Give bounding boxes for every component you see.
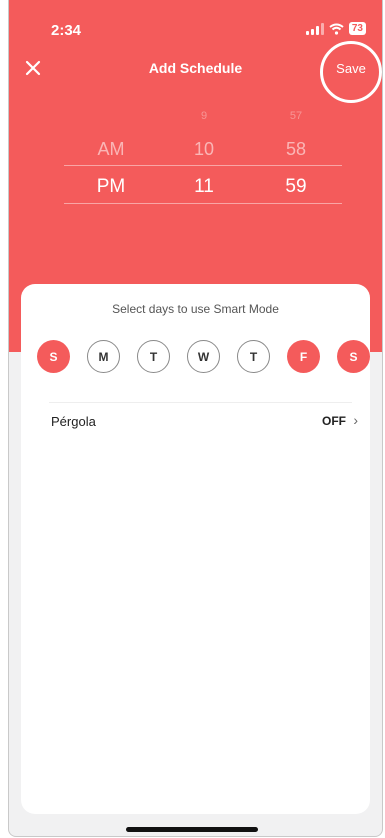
home-indicator[interactable] [126, 827, 258, 832]
period-selected[interactable]: PM [76, 176, 146, 198]
picker-line-top [64, 165, 342, 166]
day-button[interactable]: T [237, 340, 270, 373]
wifi-icon [329, 23, 344, 35]
app-frame: 2:34 73 Add Schedule Save 9 57 AM 10 58 … [8, 0, 383, 837]
hour-selected[interactable]: 11 [169, 176, 239, 198]
days-card-title: Select days to use Smart Mode [112, 302, 279, 316]
hour-faint: 9 [200, 110, 208, 122]
day-button[interactable]: M [87, 340, 120, 373]
picker-line-bottom [64, 203, 342, 204]
device-row-pergola[interactable]: Pérgola OFF › [21, 410, 370, 440]
status-icons: 73 [305, 22, 366, 35]
minute-faint: 57 [289, 110, 303, 122]
save-button[interactable]: Save [327, 61, 375, 76]
days-card: Select days to use Smart Mode S M T W T … [21, 284, 370, 814]
signal-icon [305, 22, 324, 35]
status-time: 2:34 [51, 22, 82, 39]
divider [49, 402, 352, 403]
chevron-right-icon: › [353, 412, 358, 428]
day-button[interactable]: S [337, 340, 370, 373]
hour-above: 10 [193, 139, 215, 159]
day-button[interactable]: S [37, 340, 70, 373]
period-above: AM [97, 139, 125, 159]
day-button[interactable]: F [287, 340, 320, 373]
minute-selected[interactable]: 59 [261, 176, 331, 198]
day-button[interactable]: T [137, 340, 170, 373]
minute-above: 58 [285, 139, 307, 159]
day-button[interactable]: W [187, 340, 220, 373]
device-name: Pérgola [51, 414, 96, 429]
battery-icon: 73 [348, 22, 366, 35]
device-state: OFF [322, 414, 346, 428]
